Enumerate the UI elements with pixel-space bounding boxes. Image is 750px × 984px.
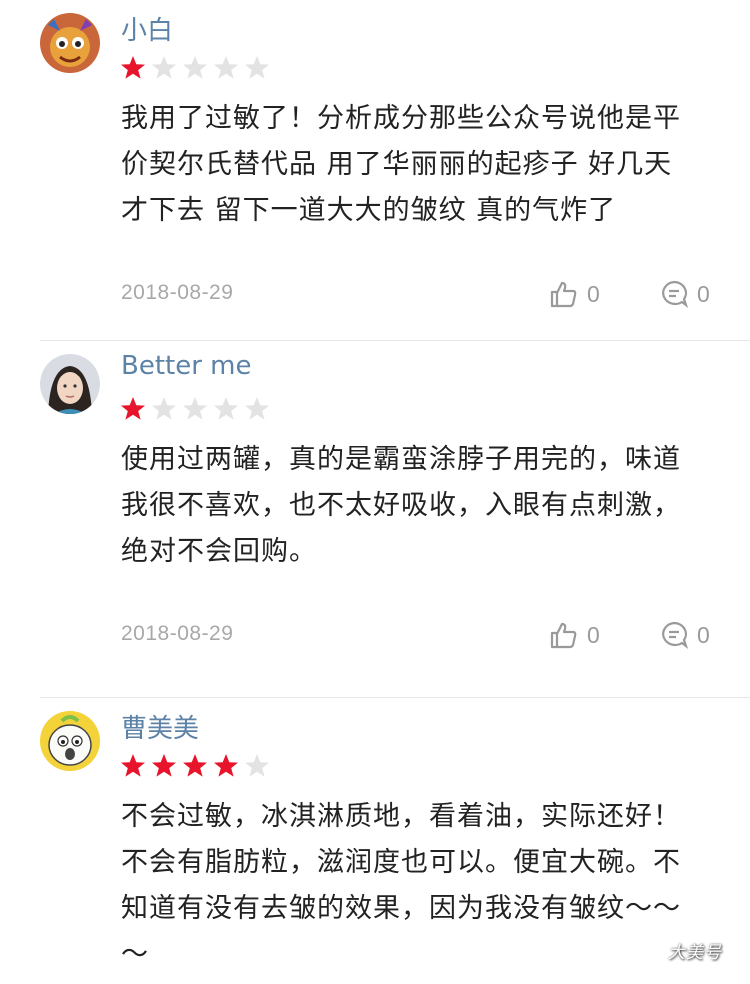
like-count: 0 <box>587 621 600 648</box>
like-count: 0 <box>587 280 600 307</box>
thumbs-up-icon <box>549 620 579 650</box>
avatar[interactable] <box>40 354 100 414</box>
username[interactable]: 曹美美 <box>121 708 199 745</box>
star-filled-icon <box>181 752 209 780</box>
star-empty-icon <box>243 54 271 82</box>
star-rating <box>119 752 271 780</box>
watermark: 大美号 <box>668 943 722 963</box>
comment-icon <box>659 279 689 309</box>
review-text-line: 使用过两罐，真的是霸蛮涂脖子用完的，味道 <box>121 444 681 475</box>
review-card: Better me 使用过两罐，真的是霸蛮涂脖子用完的，味道 我很不喜欢，也不太… <box>0 341 750 697</box>
star-filled-icon <box>119 54 147 82</box>
star-filled-icon <box>119 752 147 780</box>
star-filled-icon <box>119 395 147 423</box>
star-filled-icon <box>150 752 178 780</box>
review-text-line: 不会过敏，冰淇淋质地，看着油，实际还好！ <box>121 801 681 832</box>
comment-count: 0 <box>697 621 710 648</box>
star-empty-icon <box>181 395 209 423</box>
username[interactable]: 小白 <box>121 10 173 47</box>
review-text-line: 我用了过敏了！分析成分那些公众号说他是平 <box>121 103 681 134</box>
star-empty-icon <box>243 752 271 780</box>
review-text-line: 才下去 留下一道大大的皱纹 真的气炸了 <box>121 195 617 226</box>
review-text-line: ～ <box>121 939 149 970</box>
star-empty-icon <box>150 395 178 423</box>
review-text: 使用过两罐，真的是霸蛮涂脖子用完的，味道 我很不喜欢，也不太好吸收，入眼有点刺激… <box>121 437 711 575</box>
comment-count: 0 <box>697 280 710 307</box>
review-text-line: 知道有没有去皱的效果，因为我没有皱纹～～ <box>121 893 681 924</box>
comment-icon <box>659 620 689 650</box>
star-filled-icon <box>212 752 240 780</box>
star-empty-icon <box>212 54 240 82</box>
star-empty-icon <box>243 395 271 423</box>
like-button[interactable]: 0 <box>549 620 600 650</box>
review-text: 不会过敏，冰淇淋质地，看着油，实际还好！ 不会有脂肪粒，滋润度也可以。便宜大碗。… <box>121 794 711 978</box>
review-card: 曹美美 不会过敏，冰淇淋质地，看着油，实际还好！ 不会有脂肪粒，滋润度也可以。便… <box>0 698 750 984</box>
avatar[interactable] <box>40 13 100 73</box>
review-text-line: 我很不喜欢，也不太好吸收，入眼有点刺激， <box>121 490 681 521</box>
star-empty-icon <box>212 395 240 423</box>
review-text-line: 价契尔氏替代品 用了华丽丽的起疹子 好几天 <box>121 149 673 180</box>
review-text-line: 不会有脂肪粒，滋润度也可以。便宜大碗。不 <box>121 847 681 878</box>
review-text: 我用了过敏了！分析成分那些公众号说他是平 价契尔氏替代品 用了华丽丽的起疹子 好… <box>121 96 711 234</box>
comment-button[interactable]: 0 <box>659 620 710 650</box>
comment-button[interactable]: 0 <box>659 279 710 309</box>
username[interactable]: Better me <box>121 351 252 381</box>
like-button[interactable]: 0 <box>549 279 600 309</box>
avatar[interactable] <box>40 711 100 771</box>
star-empty-icon <box>181 54 209 82</box>
review-text-line: 绝对不会回购。 <box>121 536 317 567</box>
star-empty-icon <box>150 54 178 82</box>
star-rating <box>119 54 271 82</box>
thumbs-up-icon <box>549 279 579 309</box>
review-card: 小白 我用了过敏了！分析成分那些公众号说他是平 价契尔氏替代品 用了华丽丽的起疹… <box>0 0 750 340</box>
review-date: 2018-08-29 <box>121 622 234 645</box>
review-date: 2018-08-29 <box>121 281 234 304</box>
star-rating <box>119 395 271 423</box>
